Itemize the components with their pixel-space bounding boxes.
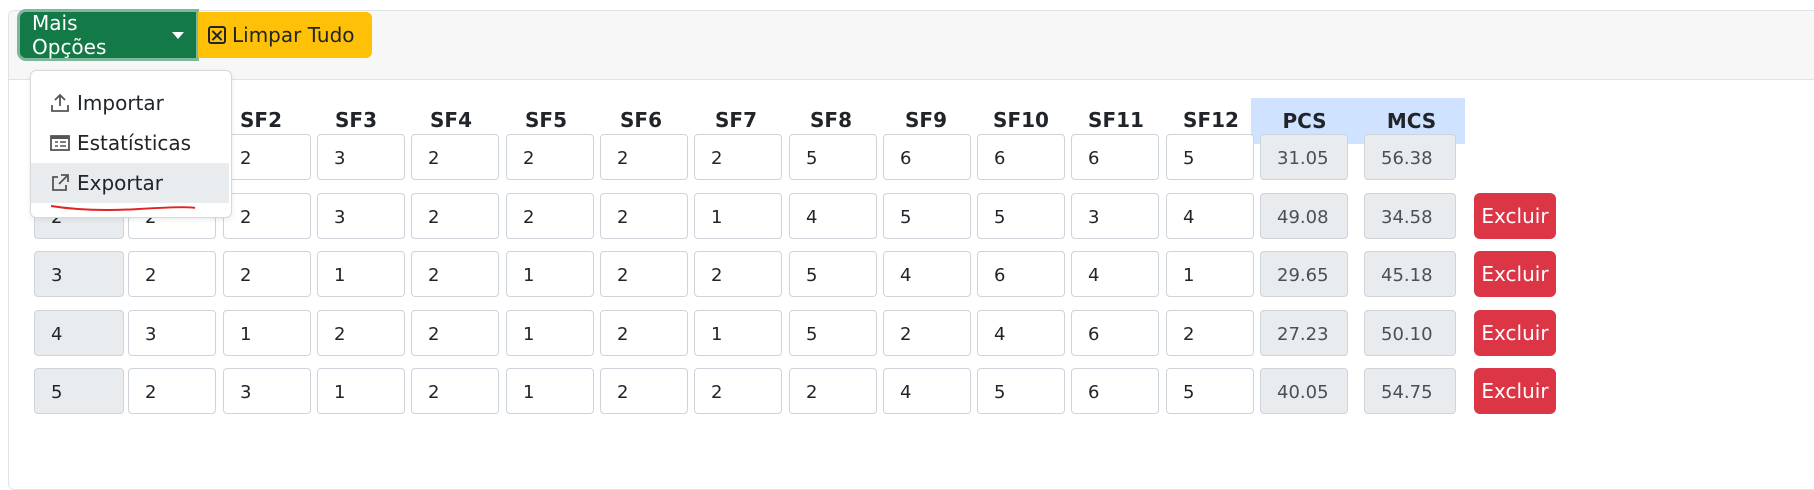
sf5-input[interactable]: 1 bbox=[506, 368, 594, 414]
pcs-value-field: 31.05 bbox=[1260, 134, 1348, 180]
sf12-input[interactable]: 5 bbox=[1166, 368, 1254, 414]
mcs-value-field: 56.38 bbox=[1364, 134, 1456, 180]
row-id-field: 4 bbox=[34, 310, 124, 356]
mcs-value-field: 54.75 bbox=[1364, 368, 1456, 414]
sf8-input[interactable]: 5 bbox=[789, 134, 877, 180]
sf11-input[interactable]: 6 bbox=[1071, 134, 1159, 180]
sf7-input[interactable]: 2 bbox=[694, 251, 782, 297]
menu-item-export[interactable]: Exportar bbox=[31, 163, 229, 203]
delete-row-button[interactable]: Excluir bbox=[1474, 310, 1556, 356]
clear-all-button[interactable]: Limpar Tudo bbox=[198, 12, 372, 58]
delete-row-button[interactable]: Excluir bbox=[1474, 193, 1556, 239]
sf7-input[interactable]: 2 bbox=[694, 368, 782, 414]
main-card bbox=[8, 10, 1814, 490]
menu-item-statistics-label: Estatísticas bbox=[77, 131, 192, 155]
sf6-input[interactable]: 2 bbox=[600, 251, 688, 297]
upload-icon bbox=[51, 93, 69, 112]
menu-item-statistics[interactable]: Estatísticas bbox=[31, 123, 229, 163]
sf9-input[interactable]: 4 bbox=[883, 368, 971, 414]
sf8-input[interactable]: 5 bbox=[789, 251, 877, 297]
caret-down-icon bbox=[172, 31, 184, 39]
close-square-icon bbox=[208, 26, 226, 44]
external-link-icon bbox=[52, 174, 69, 191]
sf12-input[interactable]: 2 bbox=[1166, 310, 1254, 356]
more-options-label: Mais Opções bbox=[32, 11, 107, 59]
sf4-input[interactable]: 2 bbox=[411, 251, 499, 297]
sf2-input[interactable]: 2 bbox=[223, 251, 311, 297]
sf1-input[interactable]: 2 bbox=[128, 251, 216, 297]
sf2-input[interactable]: 1 bbox=[223, 310, 311, 356]
sf6-input[interactable]: 2 bbox=[600, 310, 688, 356]
sf5-input[interactable]: 1 bbox=[506, 310, 594, 356]
sf4-input[interactable]: 2 bbox=[411, 368, 499, 414]
pcs-value-field: 49.08 bbox=[1260, 193, 1348, 239]
sf6-input[interactable]: 2 bbox=[600, 368, 688, 414]
sf2-input[interactable]: 3 bbox=[223, 368, 311, 414]
pcs-value-field: 40.05 bbox=[1260, 368, 1348, 414]
pcs-value-field: 27.23 bbox=[1260, 310, 1348, 356]
sf10-input[interactable]: 6 bbox=[977, 251, 1065, 297]
delete-row-button[interactable]: Excluir bbox=[1474, 368, 1556, 414]
sf11-input[interactable]: 6 bbox=[1071, 368, 1159, 414]
sf4-input[interactable]: 2 bbox=[411, 310, 499, 356]
sf3-input[interactable]: 1 bbox=[317, 368, 405, 414]
options-dropdown-menu: Importar Estatísticas Exportar bbox=[30, 70, 232, 218]
mcs-value-field: 34.58 bbox=[1364, 193, 1456, 239]
row-id-field: 5 bbox=[34, 368, 124, 414]
sf10-input[interactable]: 6 bbox=[977, 134, 1065, 180]
sf1-input[interactable]: 2 bbox=[128, 368, 216, 414]
sf8-input[interactable]: 2 bbox=[789, 368, 877, 414]
menu-item-import-label: Importar bbox=[77, 91, 164, 115]
sf5-input[interactable]: 1 bbox=[506, 251, 594, 297]
sf2-input[interactable]: 2 bbox=[223, 193, 311, 239]
sf11-input[interactable]: 3 bbox=[1071, 193, 1159, 239]
sf7-input[interactable]: 1 bbox=[694, 193, 782, 239]
sf11-input[interactable]: 4 bbox=[1071, 251, 1159, 297]
sf3-input[interactable]: 1 bbox=[317, 251, 405, 297]
sf9-input[interactable]: 5 bbox=[883, 193, 971, 239]
sf10-input[interactable]: 5 bbox=[977, 193, 1065, 239]
row-id-field: 3 bbox=[34, 251, 124, 297]
pcs-value-field: 29.65 bbox=[1260, 251, 1348, 297]
sf3-input[interactable]: 2 bbox=[317, 310, 405, 356]
sf6-input[interactable]: 2 bbox=[600, 193, 688, 239]
sf8-input[interactable]: 4 bbox=[789, 193, 877, 239]
delete-row-button[interactable]: Excluir bbox=[1474, 251, 1556, 297]
sf10-input[interactable]: 5 bbox=[977, 368, 1065, 414]
sf3-input[interactable]: 3 bbox=[317, 134, 405, 180]
mcs-value-field: 45.18 bbox=[1364, 251, 1456, 297]
sf9-input[interactable]: 6 bbox=[883, 134, 971, 180]
clear-all-label: Limpar Tudo bbox=[232, 23, 355, 47]
sf4-input[interactable]: 2 bbox=[411, 193, 499, 239]
sf12-input[interactable]: 5 bbox=[1166, 134, 1254, 180]
sf12-input[interactable]: 1 bbox=[1166, 251, 1254, 297]
menu-item-export-label: Exportar bbox=[77, 171, 163, 195]
sf2-input[interactable]: 2 bbox=[223, 134, 311, 180]
sf12-input[interactable]: 4 bbox=[1166, 193, 1254, 239]
sf9-input[interactable]: 4 bbox=[883, 251, 971, 297]
sf6-input[interactable]: 2 bbox=[600, 134, 688, 180]
sf5-input[interactable]: 2 bbox=[506, 193, 594, 239]
sf10-input[interactable]: 4 bbox=[977, 310, 1065, 356]
sf9-input[interactable]: 2 bbox=[883, 310, 971, 356]
sf7-input[interactable]: 1 bbox=[694, 310, 782, 356]
more-options-button[interactable]: Mais Opções bbox=[20, 11, 196, 59]
sf1-input[interactable]: 3 bbox=[128, 310, 216, 356]
sf3-input[interactable]: 3 bbox=[317, 193, 405, 239]
red-annotation-underline bbox=[50, 205, 196, 211]
table-icon bbox=[50, 135, 70, 151]
sf11-input[interactable]: 6 bbox=[1071, 310, 1159, 356]
sf5-input[interactable]: 2 bbox=[506, 134, 594, 180]
sf8-input[interactable]: 5 bbox=[789, 310, 877, 356]
sf4-input[interactable]: 2 bbox=[411, 134, 499, 180]
menu-item-import[interactable]: Importar bbox=[31, 83, 229, 123]
sf7-input[interactable]: 2 bbox=[694, 134, 782, 180]
mcs-value-field: 50.10 bbox=[1364, 310, 1456, 356]
